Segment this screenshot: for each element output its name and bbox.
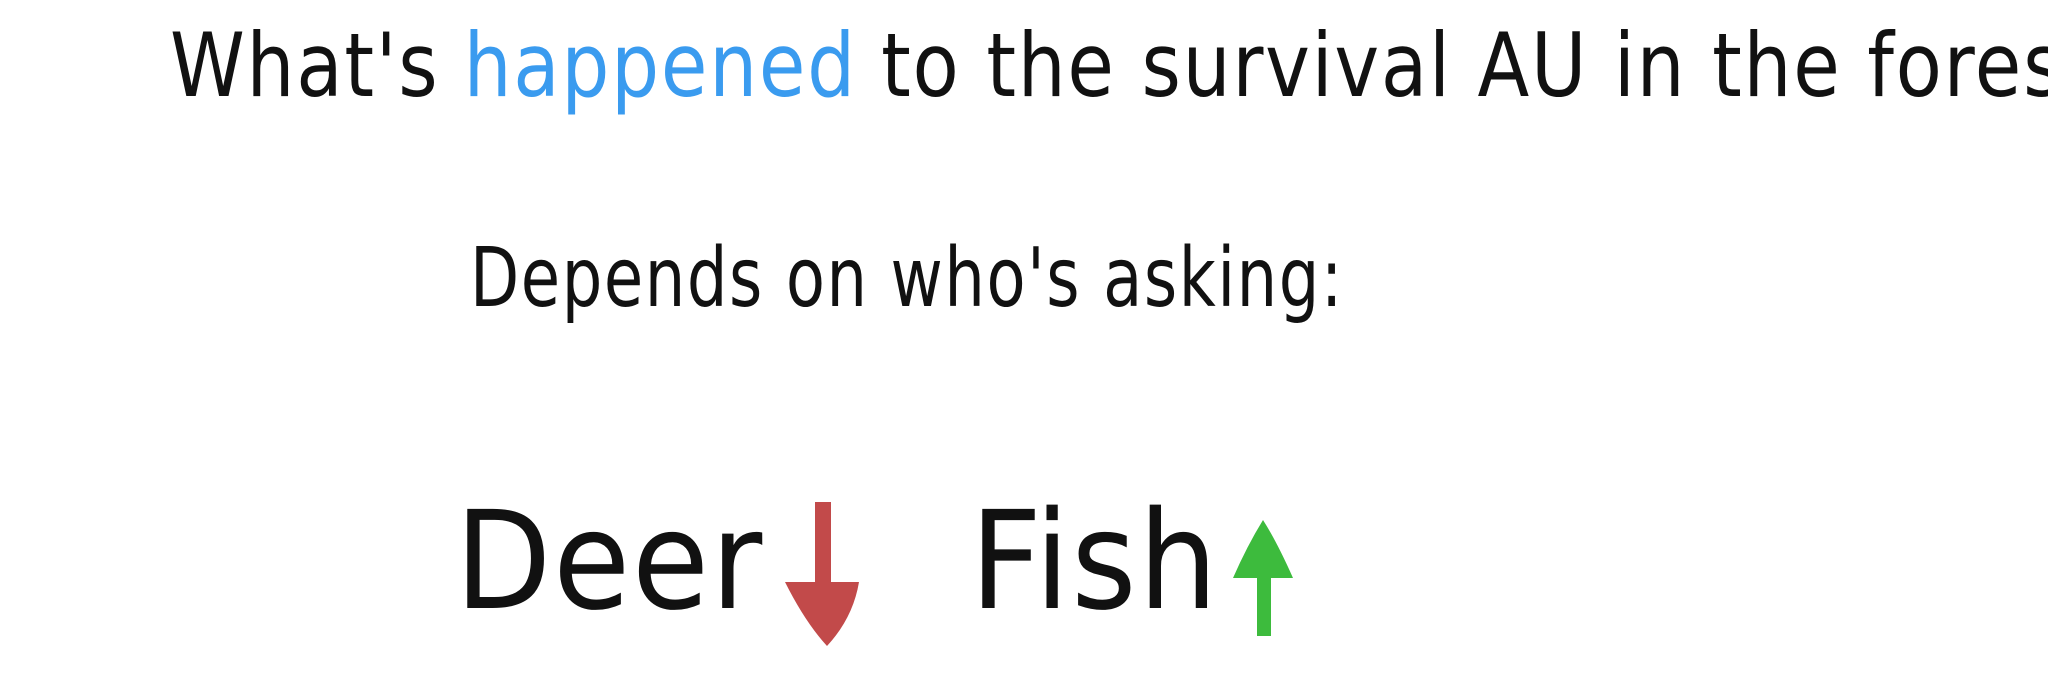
deer-item: Deer [455, 460, 863, 646]
fish-item: Fish [970, 460, 1297, 641]
headline: What's happened to the survival AU in the … [170, 22, 2048, 110]
arrow-up-icon [1233, 520, 1294, 636]
headline-end: to the survival AU in the forest? [881, 14, 2048, 117]
deer-label: Deer [455, 483, 765, 641]
fish-label: Fish [970, 483, 1220, 641]
headline-start: What's [170, 14, 440, 117]
headline-highlight: happened [463, 14, 857, 117]
subline: Depends on who's asking: [470, 231, 1345, 326]
arrow-down-icon [784, 502, 859, 646]
